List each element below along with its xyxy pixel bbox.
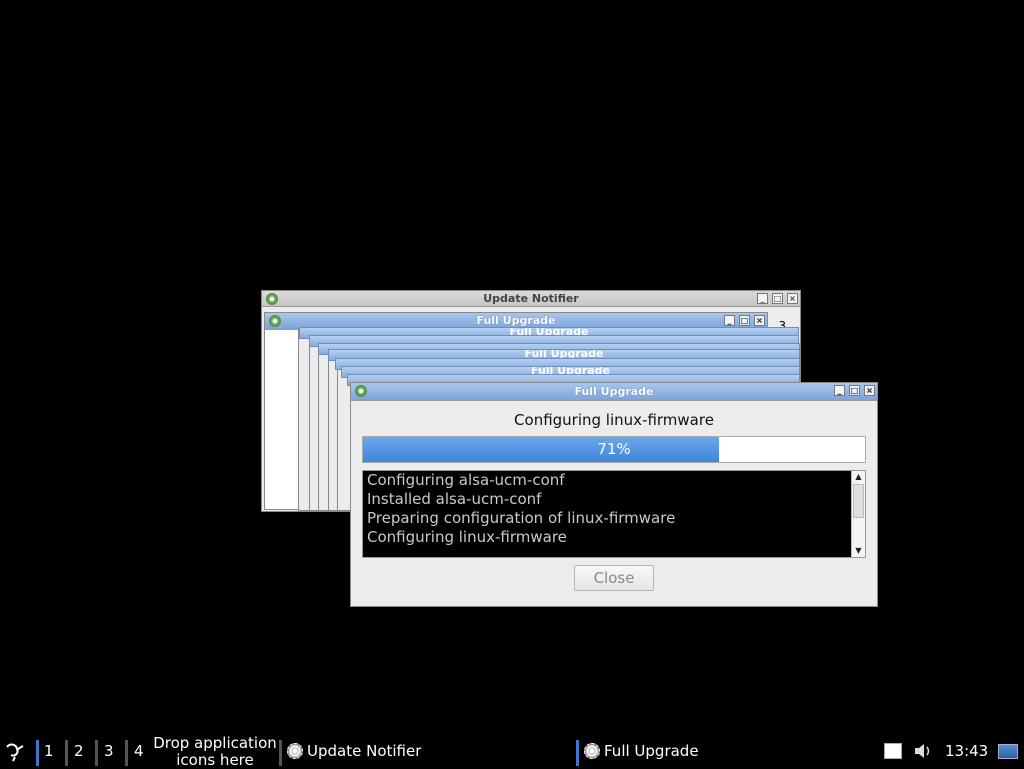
scroll-down-arrow-icon[interactable]: ▼ [852, 545, 865, 557]
full-upgrade-window: Full Upgrade _ □ × Configuring linux-fir… [350, 382, 878, 607]
log-output[interactable]: Configuring alsa-ucm-conf Installed alsa… [362, 470, 866, 558]
app-icon [266, 293, 278, 305]
log-line: Configuring alsa-ucm-conf [367, 471, 565, 489]
progress-bar: 71% [362, 436, 866, 463]
minimize-button[interactable]: _ [757, 293, 768, 304]
close-window-button[interactable]: × [864, 385, 875, 396]
scroll-up-arrow-icon[interactable]: ▲ [852, 471, 865, 483]
separator [576, 740, 579, 766]
log-line: Preparing configuration of linux-firmwar… [367, 509, 676, 527]
menu-icon[interactable] [4, 734, 26, 768]
log-line: Installed alsa-ucm-conf [367, 490, 542, 508]
drop-zone-line: Drop application [153, 734, 277, 752]
app-icon [355, 385, 367, 397]
volume-icon[interactable] [913, 742, 933, 764]
workspace-1[interactable]: 1 [44, 734, 54, 768]
log-line: Configuring linux-firmware [367, 528, 567, 546]
minimize-button[interactable]: _ [834, 385, 845, 396]
maximize-button[interactable]: □ [849, 385, 860, 396]
window-title: Full Upgrade [574, 385, 654, 398]
maximize-button[interactable]: □ [739, 315, 750, 326]
gear-icon [287, 743, 303, 759]
clipboard-icon[interactable] [884, 743, 902, 759]
workspace-3[interactable]: 3 [104, 734, 114, 768]
network-icon[interactable] [998, 744, 1018, 759]
window-title: Full Upgrade [476, 314, 556, 327]
log-scrollbar[interactable]: ▲ ▼ [851, 471, 865, 557]
taskbar: 1 2 3 4 Drop application icons here Upda… [0, 734, 1024, 769]
workspace-2[interactable]: 2 [74, 734, 84, 768]
maximize-button[interactable]: □ [772, 293, 783, 304]
close-button[interactable]: Close [574, 565, 654, 591]
app-icon [269, 315, 281, 327]
window-title: Update Notifier [483, 292, 579, 305]
close-window-button[interactable]: × [754, 315, 765, 326]
separator [279, 740, 282, 766]
separator [95, 740, 98, 766]
separator [125, 740, 128, 766]
full-upgrade-titlebar[interactable]: Full Upgrade _ □ × [351, 383, 877, 401]
task-update-notifier[interactable]: Update Notifier [287, 734, 421, 768]
status-label: Configuring linux-firmware [514, 411, 714, 429]
task-label: Update Notifier [307, 742, 422, 760]
drop-zone-line: icons here [176, 751, 254, 769]
separator [36, 740, 39, 766]
task-label: Full Upgrade [604, 742, 699, 760]
gear-icon [584, 743, 600, 759]
update-notifier-titlebar[interactable]: Update Notifier _ □ × [262, 291, 800, 307]
scroll-thumb[interactable] [853, 484, 864, 518]
clock[interactable]: 13:43 [945, 734, 988, 768]
workspace-4[interactable]: 4 [134, 734, 144, 768]
launcher-drop-zone[interactable]: Drop application icons here [150, 735, 280, 769]
minimize-button[interactable]: _ [724, 315, 735, 326]
separator [65, 740, 68, 766]
close-window-button[interactable]: × [787, 293, 798, 304]
task-full-upgrade[interactable]: Full Upgrade [584, 734, 699, 768]
progress-label: 71% [597, 440, 631, 458]
